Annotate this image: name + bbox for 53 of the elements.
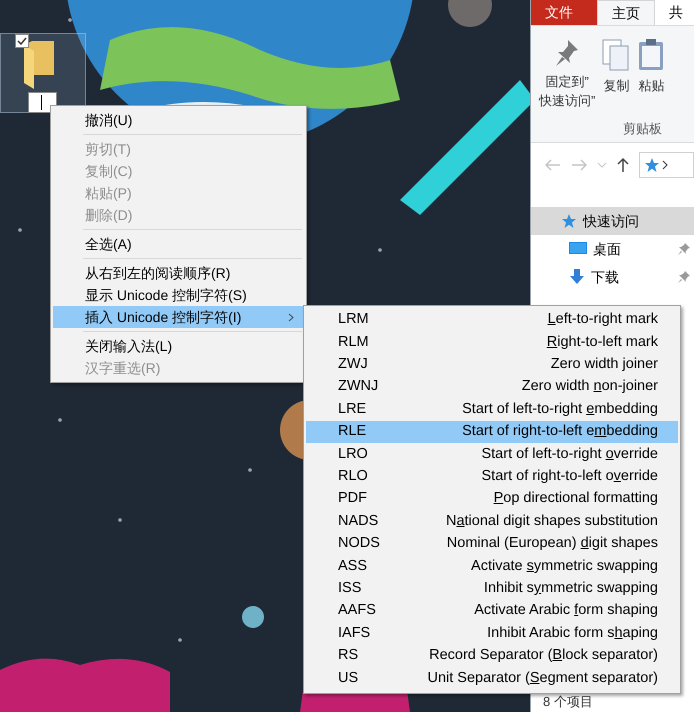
address-field[interactable] [639,152,694,178]
pin-icon [678,243,690,255]
menu-item[interactable]: LRO Start of left-to-right override [306,443,678,466]
menu-item[interactable]: RLE Start of right-to-left embedding [306,420,678,444]
menu-item[interactable]: 关闭输入法(L) [53,335,304,357]
menu-item[interactable]: RLM Right-to-left mark [306,331,678,354]
up-icon[interactable] [617,157,629,173]
menu-item[interactable]: ASS Activate symmetric swapping [306,555,678,578]
desktop-icon [569,242,587,256]
menu-item[interactable]: NODS Nominal (European) digit shapes [306,532,678,556]
group-label: 剪贴板 [623,120,663,138]
ribbon-tab[interactable]: 主页 [597,0,655,25]
menu-item[interactable]: 全选(A) [53,233,304,255]
menu-item[interactable]: IAFS Inhibit Arabic form shaping [306,622,678,645]
menu-item[interactable]: 撤消(U) [53,109,304,131]
menu-item[interactable]: ZWNJ Zero width non-joiner [306,376,678,399]
menu-item[interactable]: 从右到左的阅读顺序(R) [53,262,304,284]
paste-button[interactable]: 粘贴 [637,38,666,95]
menu-item[interactable]: LRE Start of left-to-right embedding [306,398,678,421]
file-tab[interactable]: 文件 [531,0,597,25]
star-icon [644,157,660,173]
rename-field[interactable] [28,92,57,113]
pin-icon [678,271,690,283]
star-icon [561,213,577,229]
checkbox[interactable] [15,34,29,48]
chevron-right-icon [662,160,668,170]
menu-item[interactable]: RS Record Separator (Block separator) [306,644,678,668]
pin-button[interactable]: 固定到” 快速访问” [539,38,596,110]
menu-item[interactable]: ISS Inhibit symmetric swapping [306,578,678,600]
copy-button[interactable]: 复制 [601,38,632,95]
copy-icon [601,38,632,72]
status-text: 8 个项目 [543,693,593,712]
download-icon [569,269,585,285]
ribbon-tab[interactable]: 共 [655,0,694,25]
menu-item[interactable]: NADS National digit shapes substitution [306,510,678,533]
nav-item[interactable]: 桌面 [531,235,694,263]
menu-item[interactable]: RLO Start of right-to-left override [306,466,678,488]
menu-item[interactable]: ZWJ Zero width joiner [306,354,678,376]
nav-item[interactable]: 下载 [531,263,694,291]
nav-item[interactable]: 快速访问 [531,207,694,235]
menu-item[interactable]: AAFS Activate Arabic form shaping [306,600,678,622]
menu-item[interactable]: US Unit Separator (Segment separator) [306,667,678,690]
clipboard-icon [637,38,666,72]
check-icon [17,37,27,45]
menu-item[interactable]: LRM Left-to-right mark [306,309,678,332]
pin-icon [554,38,580,68]
nav-item-label: 快速访问 [583,212,639,230]
menu-item[interactable]: 显示 Unicode 控制字符(S) [53,284,304,306]
menu-item[interactable]: 插入 Unicode 控制字符(I) [53,306,304,328]
nav-item-label: 下载 [591,268,619,286]
folder-icon [24,41,56,89]
nav-item-label: 桌面 [593,240,621,258]
menu-item[interactable]: PDF Pop directional formatting [306,488,678,511]
